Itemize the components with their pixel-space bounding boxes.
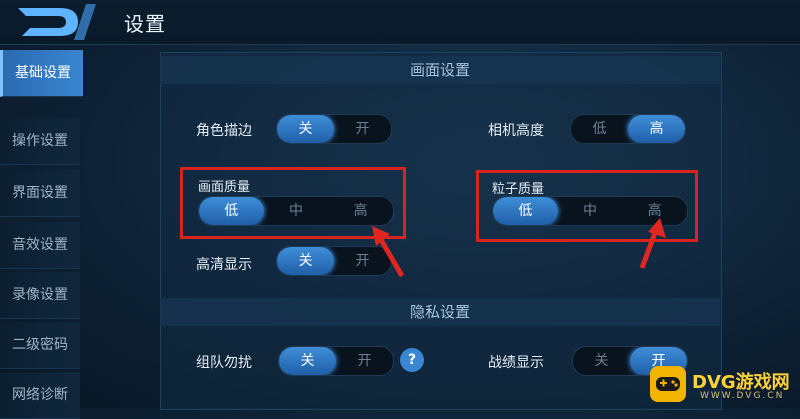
outline-option-off[interactable]: 关 [277,115,334,143]
camera-toggle[interactable]: 低 高 [570,114,686,144]
quality-option-low[interactable]: 低 [199,197,264,225]
top-bar: 设置 [0,0,800,45]
camera-label: 相机高度 [488,123,544,139]
section-title-privacy: 隐私设置 [160,298,720,326]
team-toggle[interactable]: 关 开 [278,346,394,376]
outline-option-on[interactable]: 开 [334,115,391,143]
sidebar-item-recording[interactable]: 录像设置 [0,272,80,319]
help-icon[interactable]: ? [400,348,424,372]
gamepad-logo-icon [650,366,686,402]
sidebar-item-password[interactable]: 二级密码 [0,322,80,369]
sidebar: 基础设置 操作设置 界面设置 音效设置 录像设置 二级密码 网络诊断 [0,50,83,419]
particle-option-mid[interactable]: 中 [558,197,623,225]
back-button[interactable] [0,0,96,44]
quality-label: 画面质量 [198,180,251,195]
outline-toggle[interactable]: 关 开 [276,114,392,144]
page-title: 设置 [124,12,166,36]
watermark: DVG游戏网 WWW.DVG.CN [640,360,800,408]
record-option-off[interactable]: 关 [573,347,630,375]
sidebar-item-network[interactable]: 网络诊断 [0,372,80,419]
sidebar-item-audio[interactable]: 音效设置 [0,222,80,269]
sidebar-item-interface[interactable]: 界面设置 [0,170,80,217]
particle-option-low[interactable]: 低 [493,197,558,225]
hd-option-off[interactable]: 关 [277,247,334,275]
team-label: 组队勿扰 [196,355,252,371]
sidebar-item-basic[interactable]: 基础设置 [0,50,83,97]
quality-option-mid[interactable]: 中 [264,197,329,225]
sidebar-item-controls[interactable]: 操作设置 [0,118,80,165]
back-logo-icon [18,4,96,40]
camera-option-high[interactable]: 高 [628,115,685,143]
arrow-icon-quality [372,226,405,278]
team-option-on[interactable]: 开 [336,347,393,375]
hd-label: 高清显示 [196,257,252,273]
section-title-display: 画面设置 [160,56,720,84]
particle-label: 粒子质量 [492,182,545,197]
watermark-url: WWW.DVG.CN [700,391,785,401]
arrow-icon-particle [639,218,666,269]
team-option-off[interactable]: 关 [279,347,336,375]
camera-option-low[interactable]: 低 [571,115,628,143]
quality-option-high[interactable]: 高 [328,197,393,225]
outline-label: 角色描边 [196,123,252,139]
record-label: 战绩显示 [488,355,544,371]
